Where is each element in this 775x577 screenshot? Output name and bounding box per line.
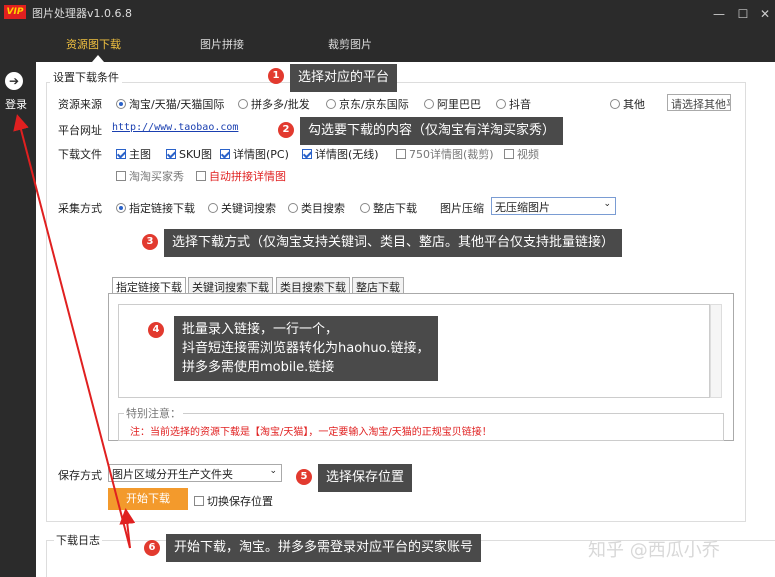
arrow-to-login — [13, 114, 131, 549]
callout-4: 批量录入链接，一行一个， 抖音短连接需浏览器转化为haohuo.链接， 拼多多需… — [174, 316, 438, 381]
callout-1: 选择对应的平台 — [290, 64, 398, 92]
callout-3: 选择下载方式（仅淘宝支持关键词、类目、整店。其他平台仅支持批量链接） — [164, 229, 623, 257]
step-badge-2: 2 — [278, 122, 294, 138]
step-badge-4: 4 — [148, 322, 164, 338]
callout-2: 勾选要下载的内容（仅淘宝有洋淘买家秀） — [300, 117, 564, 145]
step-badge-3: 3 — [142, 234, 158, 250]
step-badge-6: 6 — [144, 540, 160, 556]
callout-4-line-3: 拼多多需使用mobile.链接 — [182, 360, 335, 375]
step-badge-5: 5 — [296, 469, 312, 485]
callout-5: 选择保存位置 — [318, 464, 413, 492]
callout-6: 开始下载，淘宝。拼多多需登录对应平台的买家账号 — [166, 534, 482, 562]
step-badge-1: 1 — [268, 68, 284, 84]
callout-4-line-2: 抖音短连接需浏览器转化为haohuo.链接， — [182, 341, 430, 356]
callout-4-line-1: 批量录入链接，一行一个， — [182, 322, 339, 337]
